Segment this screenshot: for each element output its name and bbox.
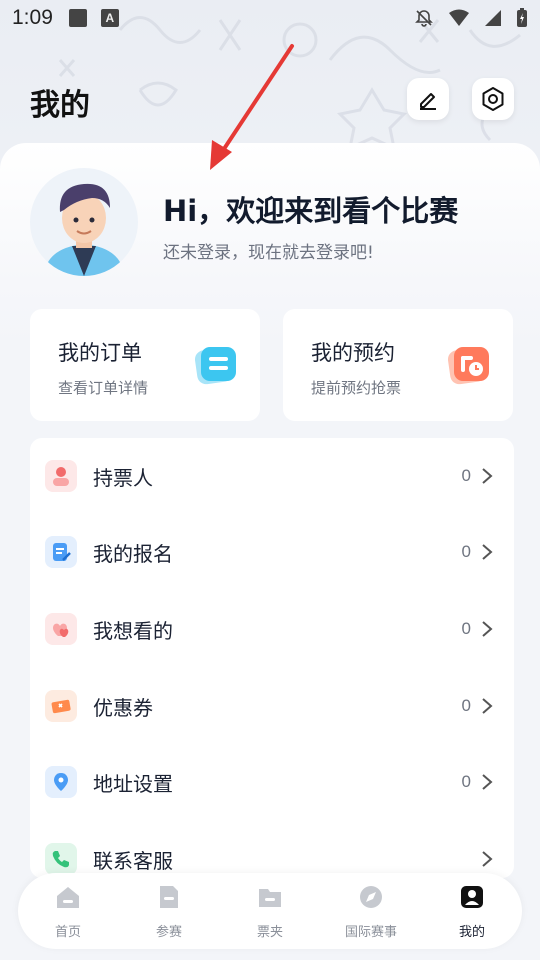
tab-profile[interactable]: 我的 (422, 883, 522, 943)
coupon-icon (45, 690, 77, 722)
edit-button[interactable] (407, 78, 449, 120)
chevron-right-icon (482, 544, 493, 560)
avatar[interactable] (30, 168, 138, 276)
menu-label: 优惠券 (93, 695, 153, 720)
menu-count: 0 (461, 542, 471, 561)
signal-icon (485, 10, 501, 26)
page-title: 我的 (30, 88, 90, 123)
battery-icon (517, 8, 527, 27)
tab-label: 票夹 (256, 925, 283, 940)
menu-item-ticket-holder[interactable]: 持票人 0 (30, 438, 514, 514)
phone-icon (45, 843, 77, 875)
menu-count: 0 (461, 696, 471, 715)
edit-icon (420, 93, 436, 110)
menu-item-signup[interactable]: 我的报名 0 (30, 514, 514, 590)
menu-label: 地址设置 (93, 771, 173, 796)
wifi-icon (449, 9, 469, 26)
menu-item-favorites[interactable]: 我想看的 0 (30, 591, 514, 667)
menu-count: 0 (461, 772, 471, 791)
menu-label: 我想看的 (93, 618, 173, 643)
favorite-icon (45, 613, 77, 645)
menu-count: 0 (461, 466, 471, 485)
tab-home[interactable]: 首页 (18, 883, 118, 943)
tab-label: 国际赛事 (344, 925, 397, 940)
tab-label: 参赛 (155, 925, 182, 940)
tab-label: 我的 (458, 925, 485, 940)
chevron-right-icon (482, 698, 493, 714)
gear-icon (482, 87, 504, 111)
international-icon (360, 886, 382, 908)
compete-icon (160, 886, 178, 908)
menu-item-customer-service[interactable]: 联系客服 (30, 821, 514, 878)
menu-label: 联系客服 (93, 848, 173, 873)
my-orders-card[interactable]: 我的订单 查看订单详情 (30, 309, 260, 421)
ticket-folder-icon (259, 889, 281, 907)
gallery-notification-icon (68, 9, 87, 27)
tab-compete[interactable]: 参赛 (119, 883, 219, 943)
chevron-right-icon (482, 851, 493, 867)
chevron-right-icon (482, 468, 493, 484)
ticket-holder-icon (45, 460, 77, 492)
home-icon (57, 887, 79, 908)
menu-label: 持票人 (93, 465, 153, 490)
profile-icon (461, 886, 483, 908)
a-notification-icon: A (100, 9, 119, 27)
greeting-text: Hi，欢迎来到看个比赛 (163, 194, 459, 228)
my-bookings-card[interactable]: 我的预约 提前预约抢票 (283, 309, 513, 421)
menu-item-coupons[interactable]: 优惠券 0 (30, 668, 514, 744)
status-bar: 1:09 A (0, 0, 540, 36)
reserve-icon (447, 347, 489, 385)
my-bookings-title: 我的预约 (311, 341, 395, 365)
chevron-right-icon (482, 774, 493, 790)
tab-ticket-folder[interactable]: 票夹 (220, 883, 320, 943)
tab-label: 首页 (54, 925, 81, 940)
signup-icon (45, 536, 77, 568)
menu-count: 0 (461, 619, 471, 638)
my-orders-subtitle: 查看订单详情 (58, 379, 149, 397)
menu-list: 持票人 0 我的报名 0 我想看的 0 优惠券 0 地址设置 0 联系客服 (30, 438, 514, 878)
order-icon (194, 347, 236, 385)
bottom-tab-bar: 首页 参赛 票夹 国际赛事 我的 (18, 873, 522, 949)
menu-item-address[interactable]: 地址设置 0 (30, 744, 514, 820)
my-bookings-subtitle: 提前预约抢票 (311, 379, 402, 397)
status-time: 1:09 (12, 6, 53, 29)
login-prompt[interactable]: 还未登录，现在就去登录吧! (163, 238, 374, 263)
location-icon (45, 766, 77, 798)
avatar-illustration (44, 183, 124, 276)
settings-button[interactable] (472, 78, 514, 120)
tab-international[interactable]: 国际赛事 (321, 883, 421, 943)
menu-label: 我的报名 (93, 541, 173, 566)
chevron-right-icon (482, 621, 493, 637)
bell-off-icon (415, 10, 433, 27)
my-orders-title: 我的订单 (58, 341, 142, 365)
